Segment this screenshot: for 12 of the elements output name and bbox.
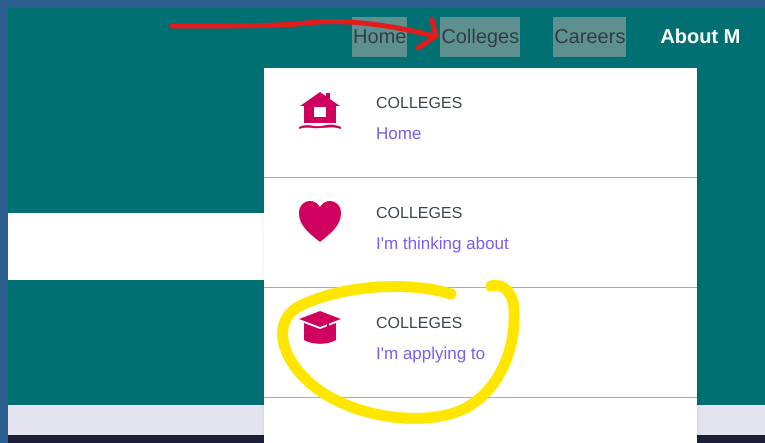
heart-icon bbox=[298, 200, 342, 244]
graduation-cap-icon bbox=[298, 310, 342, 346]
nav-link[interactable]: About M bbox=[659, 17, 742, 57]
nav-link[interactable]: Careers bbox=[553, 17, 626, 57]
menu-link[interactable]: I'm applying to bbox=[376, 343, 486, 365]
house-icon bbox=[298, 90, 342, 130]
menu-link[interactable]: Home bbox=[376, 123, 462, 145]
menu-link[interactable]: I'm thinking about bbox=[376, 233, 509, 255]
menu-category: COLLEGES bbox=[376, 94, 462, 114]
menu-category: COLLEGES bbox=[376, 204, 464, 224]
menu-category: COLLEGES bbox=[376, 314, 464, 334]
nav-link[interactable]: Colleges bbox=[440, 17, 520, 57]
